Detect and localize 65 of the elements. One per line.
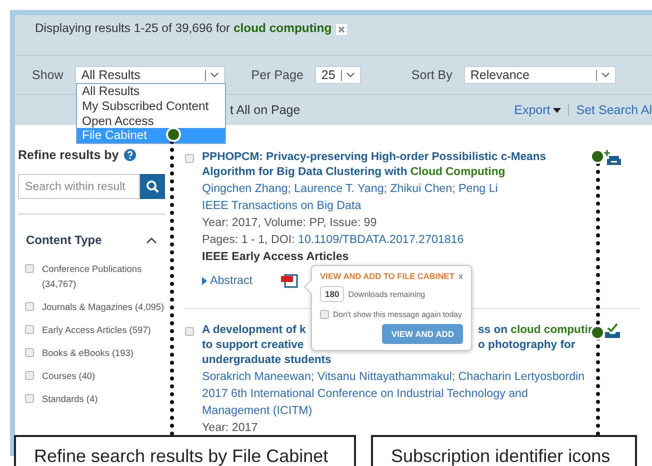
- close-button[interactable]: x: [458, 271, 463, 281]
- filter-label: Per Page: [251, 68, 304, 82]
- callout-label: Refine search results by File Cabinet: [14, 435, 356, 466]
- refine-title: Refine results by: [18, 148, 119, 162]
- article-title[interactable]: undergraduate students: [202, 353, 332, 368]
- filter-select[interactable]: Relevance: [464, 66, 616, 84]
- filter-option: Courses (40): [42, 369, 96, 384]
- chevron-up-icon[interactable]: [146, 236, 157, 244]
- checkbox[interactable]: [25, 264, 34, 273]
- pdf-icon[interactable]: [280, 273, 298, 288]
- chevron-down-icon: [601, 72, 610, 78]
- checkbox[interactable]: [185, 327, 194, 336]
- checkbox[interactable]: [25, 394, 34, 403]
- search-button[interactable]: [140, 174, 165, 199]
- filter-label: Sort By: [411, 68, 452, 82]
- dropdown-option[interactable]: Open Access: [77, 114, 225, 128]
- chevron-down-icon: [346, 72, 356, 78]
- callout-label: Subscription identifier icons: [371, 435, 637, 466]
- help-icon[interactable]: [124, 149, 136, 161]
- clear-icon[interactable]: [336, 24, 347, 35]
- publication-link[interactable]: 2017 6th International Conference on Industrial Technology and Management (ICITM): [202, 385, 582, 419]
- caret-right-icon: [202, 276, 207, 284]
- checkbox[interactable]: [185, 154, 194, 163]
- checkbox[interactable]: [25, 325, 34, 334]
- downloads-label: Downloads remaining: [348, 290, 426, 298]
- filter-select[interactable]: 25: [315, 66, 362, 84]
- filter-option: Standards (4): [42, 392, 98, 407]
- content-type-title[interactable]: Content Type: [26, 233, 102, 247]
- filter-option: Books & eBooks (193): [42, 346, 134, 361]
- dropdown-option[interactable]: My Subscribed Content: [77, 98, 225, 114]
- checkbox[interactable]: [320, 310, 329, 319]
- pages-text: Pages: 1 - 1, DOI:: [202, 233, 295, 246]
- caret-down-icon: [553, 108, 562, 112]
- filter-label: Show: [32, 68, 64, 82]
- year-volume-text: Year: 2017: [202, 420, 259, 436]
- checked-tray-icon[interactable]: [604, 323, 621, 339]
- chevron-down-icon: [210, 72, 220, 78]
- results-summary: Displaying results 1-25 of 39,696 for cloud computing: [35, 21, 332, 35]
- article-title[interactable]: Algorithm for Big Data Clustering with Cloud Computing: [202, 165, 506, 180]
- publication-link[interactable]: IEEE Transactions on Big Data: [202, 197, 582, 214]
- checkbox[interactable]: [25, 348, 34, 357]
- set-search-alert-link[interactable]: Set Search Al: [576, 103, 652, 117]
- abstract-link[interactable]: Abstract: [202, 274, 253, 287]
- checkbox[interactable]: [25, 302, 34, 311]
- popup-title: VIEW AND ADD TO FILE CABINET: [320, 271, 454, 281]
- year-volume-text: Year: 2017, Volume: PP, Issue: 99: [202, 215, 378, 231]
- article-title[interactable]: o photography for: [478, 338, 576, 353]
- export-link[interactable]: Export: [514, 103, 550, 117]
- article-title[interactable]: ss on cloud computir: [478, 323, 592, 338]
- dropdown-option[interactable]: All Results: [77, 84, 225, 99]
- doi-link[interactable]: 10.1109/TBDATA.2017.2701816: [298, 233, 464, 246]
- authors-link[interactable]: Sorakrich Maneewan; Vitsanu Nittayathammakul; Chacharin Lertyosbordin: [202, 368, 594, 385]
- content-type-text: IEEE Early Access Articles: [202, 249, 350, 265]
- filter-option: Early Access Articles (597): [42, 323, 151, 338]
- add-to-tray-icon[interactable]: [604, 150, 621, 166]
- search-icon: [146, 180, 159, 193]
- checkbox[interactable]: [25, 371, 34, 380]
- article-title[interactable]: PPHOPCM: Privacy-preserving High-order Possibilistic c-Means: [202, 150, 546, 165]
- authors-link[interactable]: Qingchen Zhang; Laurence T. Yang; Zhikui Chen; Peng Li: [202, 180, 594, 197]
- filter-option: Journals & Magazines (4,095): [42, 300, 164, 315]
- filter-select[interactable]: All Results: [75, 66, 226, 84]
- select-all-link[interactable]: t All on Page: [230, 103, 300, 117]
- search-field[interactable]: Search within result: [18, 174, 140, 199]
- download-count: 180: [320, 286, 344, 302]
- filter-option: Conference Publications (34,767): [42, 262, 142, 292]
